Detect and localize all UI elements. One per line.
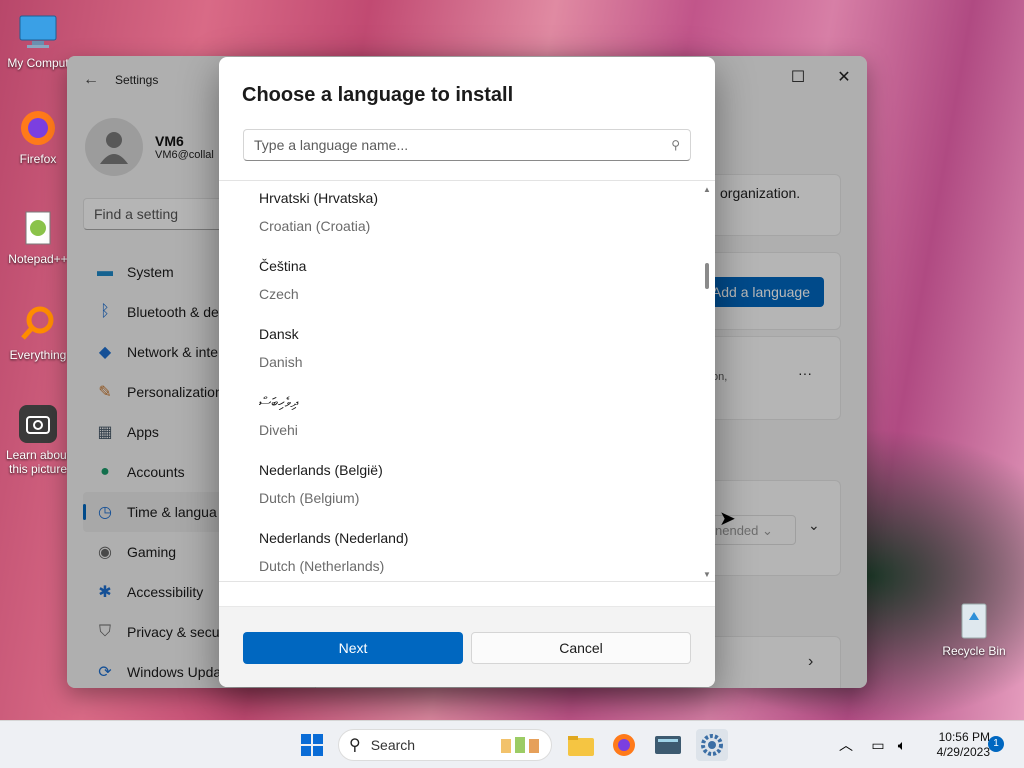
firefox-icon — [16, 106, 60, 150]
search-icon: ⚲ — [349, 737, 361, 754]
file-explorer-icon[interactable] — [565, 729, 597, 761]
language-english-name: Danish — [259, 354, 303, 370]
search-icon: ⚲ — [671, 138, 680, 152]
dialog-title: Choose a language to install — [242, 84, 514, 106]
choose-language-dialog: Choose a language to install ⚲ Hrvatski … — [219, 57, 715, 687]
language-english-name: Dutch (Netherlands) — [259, 558, 385, 574]
list-item[interactable]: Čeština Czech — [219, 249, 715, 317]
list-item[interactable]: ދިވެހިބަސް Divehi — [219, 385, 715, 453]
scroll-thumb[interactable] — [705, 263, 709, 289]
list-item[interactable]: Hrvatski (Hrvatska) Croatian (Croatia) — [219, 181, 715, 249]
scroll-up-arrow-icon[interactable]: ▲ — [703, 185, 711, 194]
list-item[interactable]: Dansk Danish — [219, 317, 715, 385]
desktop-icon-firefox[interactable]: Firefox — [0, 106, 76, 166]
desktop-icon-label: Everything — [9, 348, 67, 362]
desktop-icon-label: Recycle Bin — [942, 644, 1006, 658]
terminal-app-icon[interactable] — [652, 729, 684, 761]
language-native-name: Nederlands (Nederland) — [259, 530, 409, 546]
language-native-name: Čeština — [259, 258, 307, 274]
desktop-icon-label: Learn about this picture — [5, 448, 71, 476]
language-native-name: Dansk — [259, 326, 299, 342]
language-native-name: Nederlands (België) — [259, 462, 383, 478]
monitor-icon — [16, 10, 60, 54]
volume-icon[interactable]: 🔈︎ — [886, 729, 918, 761]
scrollbar[interactable]: ▲ ▼ — [703, 185, 711, 579]
dialog-footer: Next Cancel — [219, 606, 715, 687]
language-search-input[interactable] — [254, 137, 672, 153]
desktop-icon-learn-about[interactable]: Learn about this picture — [0, 402, 76, 476]
desktop-icon-everything[interactable]: Everything — [0, 302, 76, 362]
notification-badge[interactable]: 1 — [988, 736, 1004, 752]
desktop-icon-recycle-bin[interactable]: Recycle Bin — [936, 598, 1012, 658]
language-english-name: Croatian (Croatia) — [259, 218, 371, 234]
language-native-name: ދިވެހިބަސް — [259, 394, 299, 410]
list-item[interactable]: Nederlands (België) Dutch (Belgium) — [219, 453, 715, 521]
taskbar-search-label: Search — [370, 737, 416, 753]
language-list: Hrvatski (Hrvatska) Croatian (Croatia) Č… — [219, 180, 715, 582]
list-item[interactable]: Nederlands (Nederland) Dutch (Netherland… — [219, 521, 715, 581]
language-native-name: Hrvatski (Hrvatska) — [259, 190, 379, 206]
desktop-icon-notepadpp[interactable]: Notepad++ — [0, 206, 76, 266]
notepadpp-icon — [16, 206, 60, 250]
language-english-name: Czech — [259, 286, 299, 302]
search-highlight-icon — [499, 733, 543, 758]
recycle-bin-icon — [952, 598, 996, 642]
language-english-name: Divehi — [259, 422, 298, 438]
chevron-up-icon[interactable]: ︿ — [830, 729, 862, 761]
desktop-icon-my-computer[interactable]: My Comput — [0, 10, 76, 70]
settings-gear-icon[interactable] — [696, 729, 728, 761]
firefox-icon[interactable] — [608, 729, 640, 761]
desktop-icon-label: My Comput — [7, 56, 69, 70]
taskbar: ⚲ Search ︿ ▭ 🔈︎ 10:56 PM 4/29/2023 — [0, 720, 1024, 768]
start-button[interactable] — [296, 729, 328, 761]
taskbar-clock[interactable]: 10:56 PM 4/29/2023 — [920, 730, 990, 760]
camera-icon — [16, 402, 60, 446]
language-english-name: Dutch (Belgium) — [259, 490, 360, 506]
desktop-icon-label: Firefox — [19, 152, 57, 166]
desktop-icon-label: Notepad++ — [8, 252, 68, 266]
magnifier-icon — [16, 302, 60, 346]
clock-date: 4/29/2023 — [936, 745, 990, 759]
scroll-down-arrow-icon[interactable]: ▼ — [703, 570, 711, 579]
windows-logo-icon — [301, 734, 323, 756]
taskbar-search[interactable]: ⚲ Search — [338, 729, 552, 761]
cancel-button[interactable]: Cancel — [471, 632, 691, 664]
next-button[interactable]: Next — [243, 632, 463, 664]
clock-time: 10:56 PM — [938, 730, 990, 744]
language-search-box[interactable]: ⚲ — [243, 129, 691, 161]
mouse-cursor-icon: ➤ — [719, 508, 736, 530]
